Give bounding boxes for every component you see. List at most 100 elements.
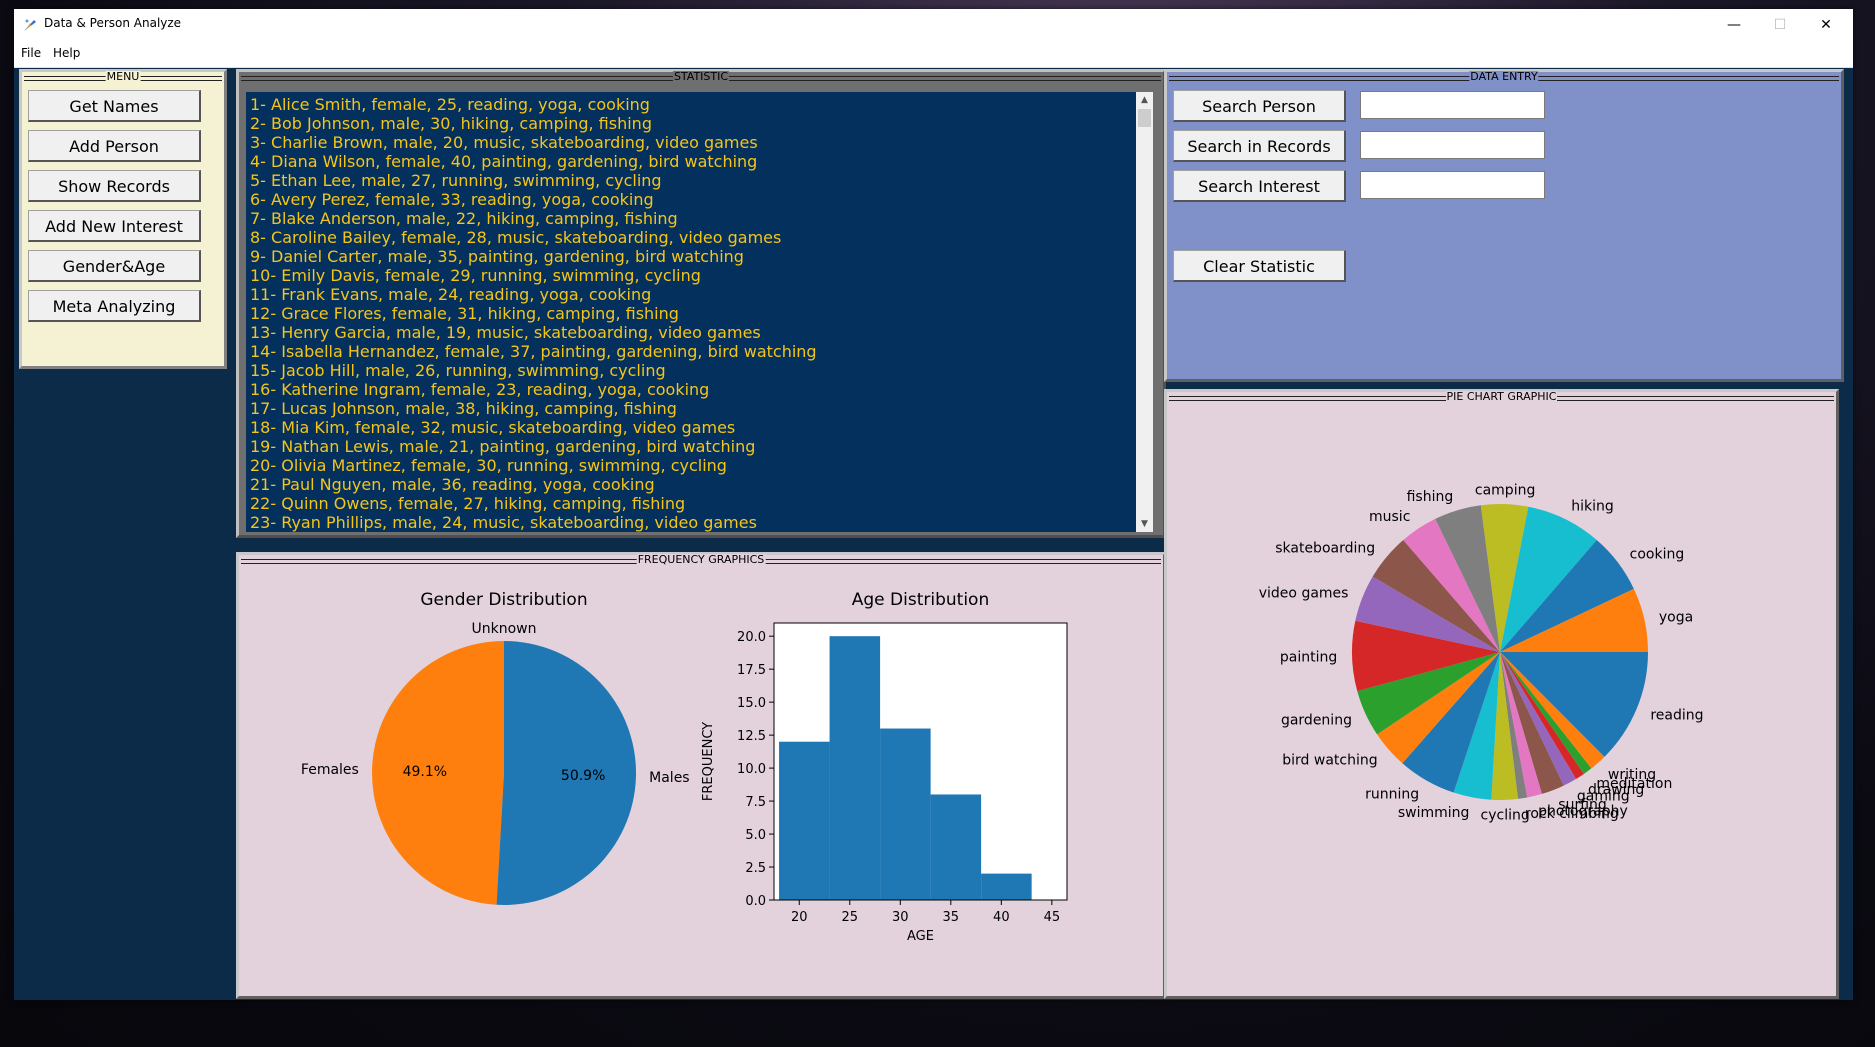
menu-file[interactable]: File xyxy=(21,46,41,60)
record-item[interactable]: 19- Nathan Lewis, male, 21, painting, ga… xyxy=(250,437,817,456)
age-y-tick-label: 5.0 xyxy=(745,828,766,843)
interest-slice-label: reading xyxy=(1650,707,1703,723)
statistic-panel-title: STATISTIC xyxy=(672,70,730,83)
age-y-tick-label: 10.0 xyxy=(737,762,766,777)
pie-chart-panel: PIE CHART GRAPHIC reading writing meditati… xyxy=(1164,389,1839,999)
record-item[interactable]: 15- Jacob Hill, male, 26, running, swimm… xyxy=(250,361,817,380)
age-x-tick-label: 45 xyxy=(1044,910,1061,925)
age-x-tick-label: 25 xyxy=(842,910,859,925)
menu-help[interactable]: Help xyxy=(53,46,80,60)
pie-panel-title: PIE CHART GRAPHIC xyxy=(1445,390,1558,403)
interest-slice-label: skateboarding xyxy=(1275,541,1375,557)
interest-slice-label: music xyxy=(1369,509,1410,525)
scroll-down-icon[interactable]: ▼ xyxy=(1136,516,1153,532)
record-item[interactable]: 13- Henry Garcia, male, 19, music, skate… xyxy=(250,323,817,342)
window-title: Data & Person Analyze xyxy=(44,16,182,30)
age-y-tick-label: 15.0 xyxy=(737,696,766,711)
frequency-charts: Gender DistributionUnknown0.0%Females49.… xyxy=(301,590,1068,944)
menu-panel: MENU Get Names Add Person Show Records A… xyxy=(19,69,227,369)
record-item[interactable]: 6- Avery Perez, female, 33, reading, yog… xyxy=(250,190,817,209)
gender-slice-label: Females xyxy=(301,762,359,778)
age-y-axis-label: FREQUENCY xyxy=(701,722,716,801)
menu-panel-title: MENU xyxy=(105,70,141,83)
scroll-thumb[interactable] xyxy=(1138,109,1151,127)
show-records-button[interactable]: Show Records xyxy=(28,170,201,202)
interest-slice-label: camping xyxy=(1475,482,1535,498)
interest-slice-label: fishing xyxy=(1407,489,1454,505)
record-item[interactable]: 2- Bob Johnson, male, 30, hiking, campin… xyxy=(250,114,817,133)
record-item[interactable]: 21- Paul Nguyen, male, 36, reading, yoga… xyxy=(250,475,817,494)
interest-slice-label: gardening xyxy=(1281,713,1352,729)
record-item[interactable]: 3- Charlie Brown, male, 20, music, skate… xyxy=(250,133,817,152)
clear-statistic-button[interactable]: Clear Statistic xyxy=(1173,250,1346,282)
search-records-input[interactable] xyxy=(1360,131,1545,159)
frequency-panel-title: FREQUENCY GRAPHICS xyxy=(636,553,766,566)
age-x-tick-label: 30 xyxy=(892,910,909,925)
scroll-up-icon[interactable]: ▲ xyxy=(1136,92,1153,108)
record-item[interactable]: 23- Ryan Phillips, male, 24, music, skat… xyxy=(250,513,817,532)
record-item[interactable]: 14- Isabella Hernandez, female, 37, pain… xyxy=(250,342,817,361)
record-item[interactable]: 7- Blake Anderson, male, 22, hiking, cam… xyxy=(250,209,817,228)
interest-slice-label: cycling xyxy=(1481,808,1530,824)
record-item[interactable]: 1- Alice Smith, female, 25, reading, yog… xyxy=(250,95,817,114)
minimize-button[interactable]: — xyxy=(1711,9,1757,41)
data-entry-panel-title: DATA ENTRY xyxy=(1469,70,1539,83)
gender-slice-label: Unknown xyxy=(472,621,537,637)
age-y-tick-label: 17.5 xyxy=(737,663,766,678)
record-item[interactable]: 20- Olivia Martinez, female, 30, running… xyxy=(250,456,817,475)
gender-age-analysis-button[interactable]: Gender&Age Analysis xyxy=(28,250,201,306)
record-item[interactable]: 4- Diana Wilson, female, 40, painting, g… xyxy=(250,152,817,171)
meta-analyzing-button[interactable]: Meta Analyzing xyxy=(28,290,201,322)
record-item[interactable]: 11- Frank Evans, male, 24, reading, yoga… xyxy=(250,285,817,304)
age-histogram-bar xyxy=(829,636,881,900)
add-person-button[interactable]: Add Person xyxy=(28,130,201,162)
age-x-tick-label: 40 xyxy=(993,910,1010,925)
record-item[interactable]: 9- Daniel Carter, male, 35, painting, ga… xyxy=(250,247,817,266)
age-y-tick-label: 2.5 xyxy=(745,861,766,876)
age-chart-title: Age Distribution xyxy=(852,590,989,610)
age-x-tick-label: 35 xyxy=(943,910,960,925)
record-item[interactable]: 22- Quinn Owens, female, 27, hiking, cam… xyxy=(250,494,817,513)
record-item[interactable]: 5- Ethan Lee, male, 27, running, swimmin… xyxy=(250,171,817,190)
age-y-tick-label: 0.0 xyxy=(745,894,766,909)
title-bar: Data & Person Analyze — ☐ ✕ xyxy=(14,9,1853,41)
age-x-tick-label: 20 xyxy=(791,910,808,925)
search-interest-input[interactable] xyxy=(1360,171,1545,199)
age-histogram-bar xyxy=(880,728,931,900)
interest-slice-label: video games xyxy=(1259,586,1349,602)
close-button[interactable]: ✕ xyxy=(1803,9,1849,41)
record-item[interactable]: 16- Katherine Ingram, female, 23, readin… xyxy=(250,380,817,399)
record-item[interactable]: 12- Grace Flores, female, 31, hiking, ca… xyxy=(250,304,817,323)
get-names-button[interactable]: Get Names xyxy=(28,90,201,122)
gender-chart-title: Gender Distribution xyxy=(420,590,587,610)
interest-slice-label: swimming xyxy=(1398,805,1470,821)
search-interest-button[interactable]: Search Interest xyxy=(1173,170,1346,202)
record-item[interactable]: 17- Lucas Johnson, male, 38, hiking, cam… xyxy=(250,399,817,418)
add-new-interest-button[interactable]: Add New Interest xyxy=(28,210,201,242)
statistic-panel: STATISTIC 1- Alice Smith, female, 25, re… xyxy=(236,69,1166,538)
data-entry-panel: DATA ENTRY Search Person Search in Recor… xyxy=(1164,69,1844,382)
age-histogram-bar xyxy=(930,794,982,900)
interest-slice-label: rock climbing xyxy=(1525,806,1619,822)
interest-slice-label: running xyxy=(1365,786,1419,802)
record-item[interactable]: 10- Emily Davis, female, 29, running, sw… xyxy=(250,266,817,285)
record-item[interactable]: 18- Mia Kim, female, 32, music, skateboa… xyxy=(250,418,817,437)
interest-slice-label: yoga xyxy=(1659,609,1693,625)
age-x-axis-label: AGE xyxy=(907,929,934,944)
interest-slice-label: cooking xyxy=(1630,547,1685,563)
age-histogram-bar xyxy=(981,873,1032,900)
frequency-graphics-panel: FREQUENCY GRAPHICS Gender Distribution Un… xyxy=(236,552,1166,999)
app-window: Data & Person Analyze — ☐ ✕ File Help ME… xyxy=(14,9,1853,1000)
age-histogram-bar xyxy=(779,741,830,900)
interest-slice-label: bird watching xyxy=(1282,752,1377,768)
search-in-records-button[interactable]: Search in Records xyxy=(1173,130,1346,162)
record-item[interactable]: 8- Caroline Bailey, female, 28, music, s… xyxy=(250,228,817,247)
search-person-button[interactable]: Search Person xyxy=(1173,90,1346,122)
records-listbox[interactable]: 1- Alice Smith, female, 25, reading, yog… xyxy=(246,92,1136,532)
maximize-button[interactable]: ☐ xyxy=(1757,9,1803,41)
age-y-tick-label: 20.0 xyxy=(737,630,766,645)
records-scrollbar[interactable]: ▲ ▼ xyxy=(1136,92,1153,532)
search-person-input[interactable] xyxy=(1360,91,1545,119)
age-y-tick-label: 12.5 xyxy=(737,729,766,744)
menu-bar: File Help xyxy=(14,41,1853,68)
